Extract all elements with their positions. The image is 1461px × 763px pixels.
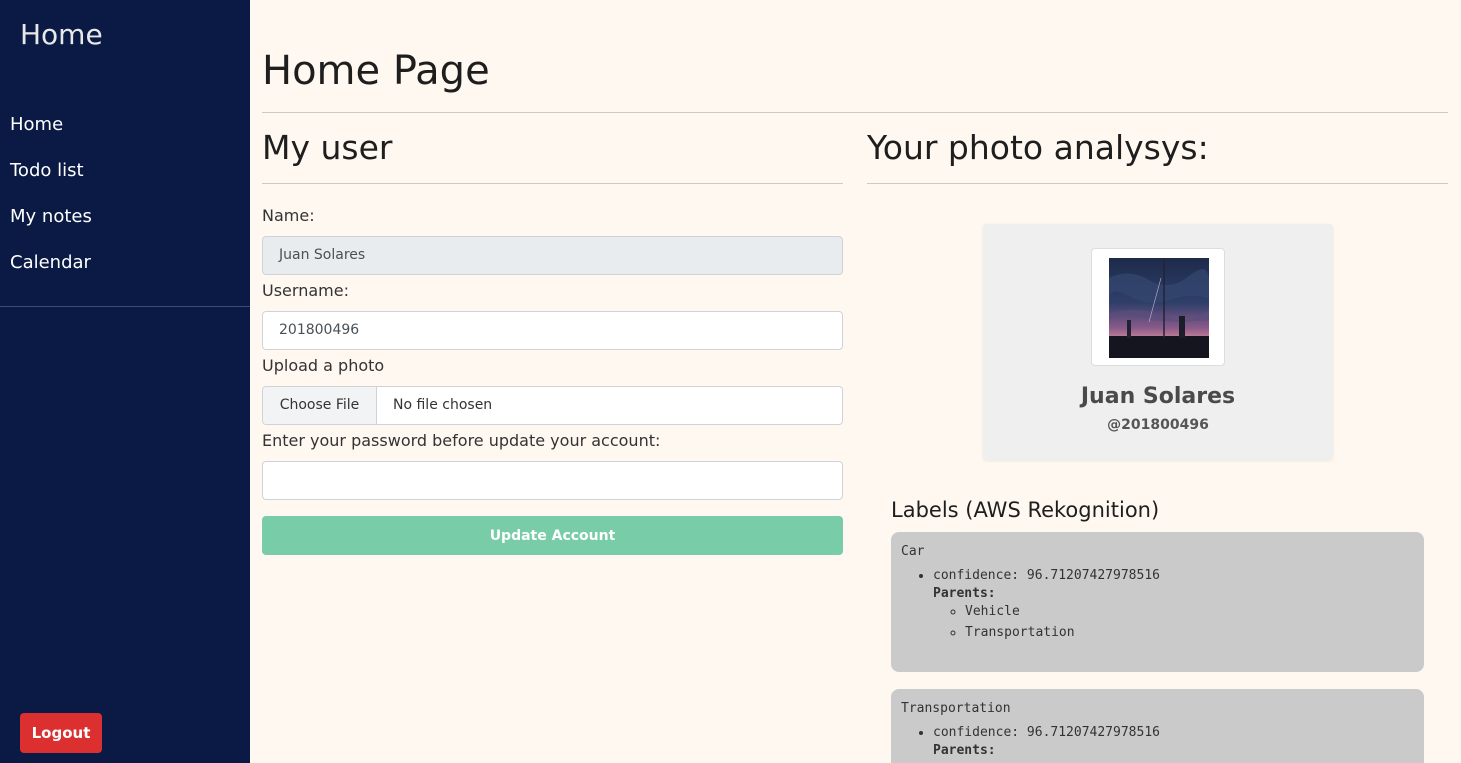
main-content: Home Page My user Name: Juan Solares Use…	[250, 0, 1461, 763]
label-parents-heading: Parents:	[933, 743, 996, 758]
page-title-divider	[262, 112, 1448, 113]
label-card-transportation: Transportation confidence: 96.7120742797…	[891, 689, 1424, 763]
my-user-divider	[262, 183, 843, 184]
password-field[interactable]	[262, 461, 843, 500]
photo-file-input[interactable]: Choose File No file chosen	[262, 386, 843, 425]
sidebar-brand[interactable]: Home	[20, 18, 103, 51]
label-confidence: confidence: 96.71207427978516	[933, 722, 1414, 743]
username-field[interactable]: 201800496	[262, 311, 843, 350]
profile-handle: @201800496	[1107, 417, 1209, 433]
sidebar-item-my-notes[interactable]: My notes	[0, 202, 250, 248]
label-parent-item: Transportation	[965, 622, 1414, 643]
choose-file-button[interactable]: Choose File	[263, 387, 377, 424]
username-label: Username:	[262, 281, 349, 300]
sidebar: Home Home Todo list My notes Calendar Lo…	[0, 0, 250, 763]
labels-title: Labels (AWS Rekognition)	[891, 498, 1160, 522]
label-name: Car	[901, 544, 925, 559]
profile-photo-frame	[1091, 248, 1225, 366]
name-field: Juan Solares	[262, 236, 843, 275]
sidebar-nav: Home Todo list My notes Calendar	[0, 110, 250, 294]
update-account-button[interactable]: Update Account	[262, 516, 843, 555]
label-confidence: confidence: 96.71207427978516	[933, 565, 1414, 586]
label-parent-item: Vehicle	[965, 601, 1414, 622]
my-user-title: My user	[262, 128, 393, 167]
name-label: Name:	[262, 206, 315, 225]
profile-photo	[1109, 258, 1209, 358]
page-title: Home Page	[262, 48, 490, 94]
logout-button[interactable]: Logout	[20, 713, 102, 753]
photo-analysis-title: Your photo analysys:	[867, 128, 1209, 167]
password-label: Enter your password before update your a…	[262, 431, 661, 450]
upload-photo-label: Upload a photo	[262, 356, 385, 375]
profile-card: Juan Solares @201800496	[983, 224, 1333, 460]
profile-name: Juan Solares	[1080, 384, 1236, 409]
sidebar-item-calendar[interactable]: Calendar	[0, 248, 250, 294]
label-card-car: Car confidence: 96.71207427978516 Parent…	[891, 532, 1424, 672]
sidebar-divider	[0, 306, 250, 307]
label-parents-heading: Parents:	[933, 586, 996, 601]
file-status-text: No file chosen	[393, 397, 493, 413]
label-name: Transportation	[901, 701, 1011, 716]
sidebar-item-home[interactable]: Home	[0, 110, 250, 156]
photo-analysis-divider	[867, 183, 1448, 184]
sidebar-item-todo-list[interactable]: Todo list	[0, 156, 250, 202]
